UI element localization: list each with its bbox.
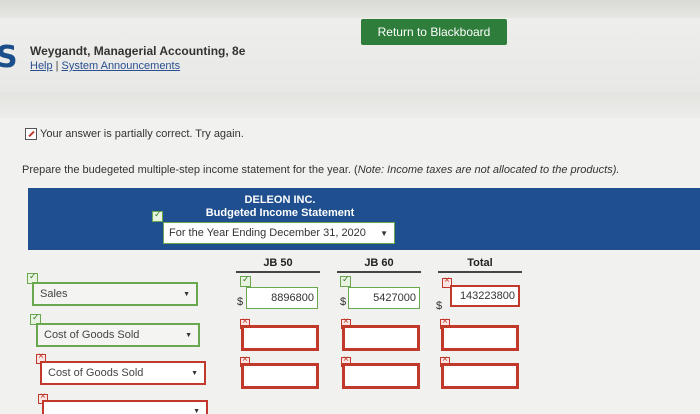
row-label: Cost of Goods Sold [44, 329, 140, 341]
row-label-select[interactable]: Sales ▼ [32, 282, 198, 306]
instructions-suffix: Income taxes are not allocated to the pr… [384, 164, 620, 176]
publisher-logo: S [0, 40, 18, 75]
column-header-jb50: JB 50 [236, 257, 320, 273]
browser-top-strip [0, 0, 700, 18]
chevron-down-icon: ▼ [185, 332, 192, 339]
company-name: DELEON INC. [244, 194, 316, 206]
cogs-jb60-input[interactable] [342, 325, 420, 351]
answer-status: Your answer is partially correct. Try ag… [40, 128, 244, 140]
column-header-jb60: JB 60 [337, 257, 421, 273]
column-header-total: Total [438, 257, 522, 273]
row-label-select[interactable]: ▼ [42, 400, 208, 414]
dollar-sign: $ [436, 300, 443, 312]
chevron-down-icon: ▼ [183, 291, 190, 298]
row-label-select[interactable]: Cost of Goods Sold ▼ [40, 361, 206, 385]
return-to-blackboard-button[interactable]: Return to Blackboard [361, 19, 507, 45]
row-label: Cost of Goods Sold [48, 367, 144, 379]
instructions-note: Note: [357, 164, 384, 176]
dollar-sign: $ [237, 296, 244, 308]
header-divider [0, 92, 700, 118]
row-label: Sales [40, 288, 68, 300]
question-instructions: Prepare the budegeted multiple-step inco… [22, 164, 619, 176]
row3-jb50-input[interactable] [241, 363, 319, 389]
cell-correct-icon [240, 274, 251, 287]
sales-jb50-input[interactable]: 8896800 [246, 287, 318, 309]
row3-jb60-input[interactable] [342, 363, 420, 389]
period-value: For the Year Ending December 31, 2020 [169, 227, 366, 239]
header-links: Help | System Announcements [30, 60, 180, 72]
course-title: Weygandt, Managerial Accounting, 8e [30, 44, 246, 58]
row-label-select[interactable]: Cost of Goods Sold ▼ [36, 323, 200, 347]
dollar-sign: $ [340, 296, 347, 308]
system-announcements-link[interactable]: System Announcements [61, 60, 180, 72]
cell-correct-icon [340, 274, 351, 287]
row3-total-input[interactable] [441, 363, 519, 389]
chevron-down-icon: ▼ [193, 408, 200, 414]
period-select[interactable]: For the Year Ending December 31, 2020 ▼ [163, 222, 395, 244]
statement-title: Budgeted Income Statement [205, 207, 355, 219]
cogs-jb50-input[interactable] [241, 325, 319, 351]
chevron-down-icon: ▼ [191, 370, 198, 377]
partially-correct-icon [25, 128, 37, 140]
cogs-total-input[interactable] [441, 325, 519, 351]
link-separator: | [55, 60, 59, 72]
help-link[interactable]: Help [30, 60, 53, 72]
sales-total-input[interactable]: 143223800 [450, 285, 520, 307]
chevron-down-icon: ▼ [380, 229, 388, 238]
period-correct-icon [152, 209, 163, 222]
sales-jb60-input[interactable]: 5427000 [348, 287, 420, 309]
instructions-prefix: Prepare the budegeted multiple-step inco… [22, 164, 358, 176]
